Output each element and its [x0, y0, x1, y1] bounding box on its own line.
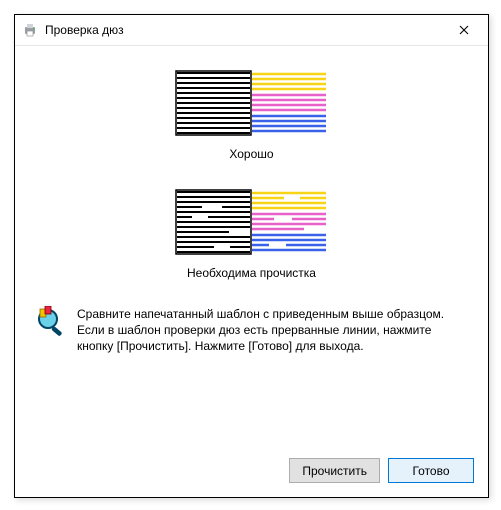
- caption-good: Хорошо: [229, 147, 273, 161]
- close-button[interactable]: [442, 16, 486, 44]
- info-row: Сравните напечатанный шаблон с приведенн…: [35, 306, 468, 355]
- window-title: Проверка дюз: [45, 23, 442, 37]
- sample-bad: [174, 189, 329, 258]
- done-button[interactable]: Готово: [388, 458, 474, 483]
- dialog-content: Хорошо: [15, 46, 488, 448]
- sample-good: [174, 70, 329, 139]
- app-icon: [23, 22, 39, 38]
- caption-bad: Необходима прочистка: [187, 266, 316, 280]
- titlebar: Проверка дюз: [15, 15, 488, 46]
- info-text: Сравните напечатанный шаблон с приведенн…: [77, 306, 468, 355]
- nozzle-check-dialog: Проверка дюз: [14, 14, 489, 498]
- clean-button[interactable]: Прочистить: [289, 458, 380, 483]
- magnifier-icon: [35, 306, 67, 338]
- button-row: Прочистить Готово: [15, 448, 488, 497]
